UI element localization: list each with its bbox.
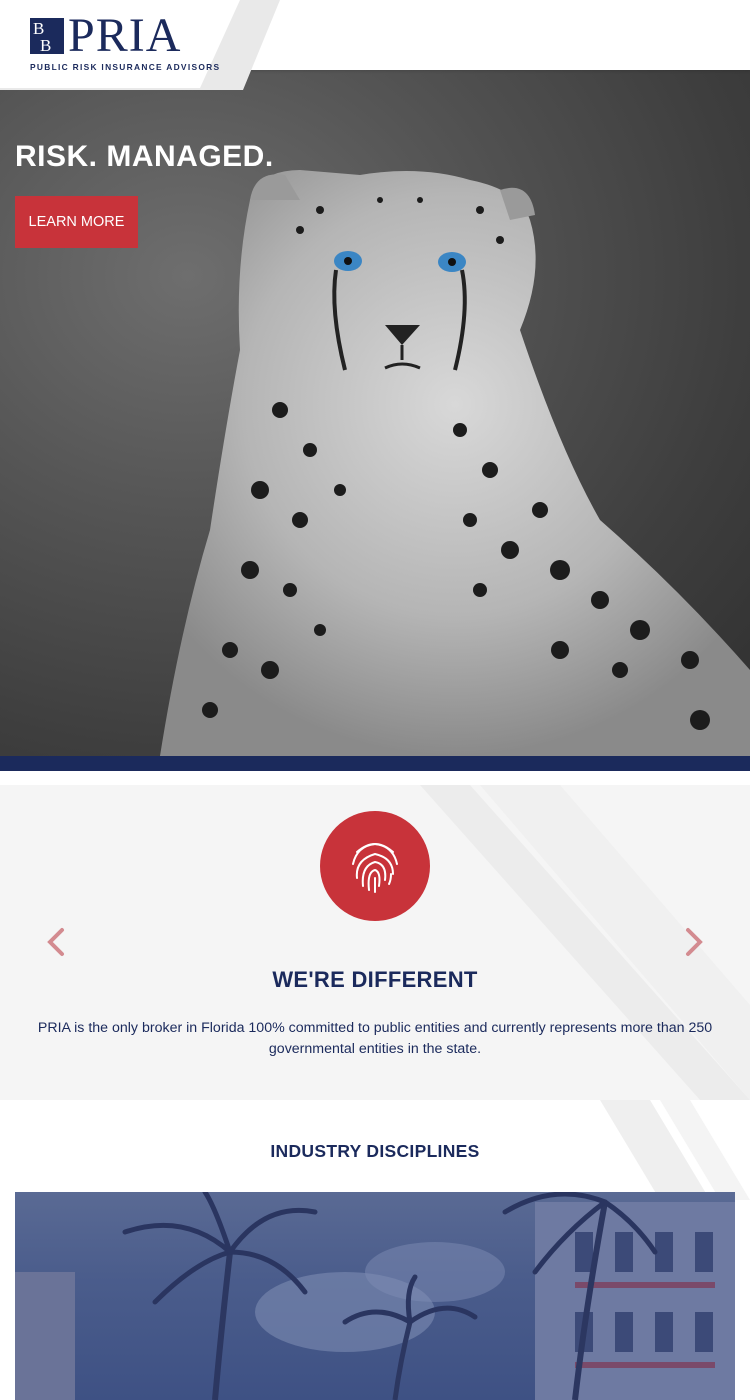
page: B B PRIA PUBLIC RISK INSURANCE ADVISORS bbox=[0, 0, 750, 1400]
logo-tagline: PUBLIC RISK INSURANCE ADVISORS bbox=[30, 62, 221, 72]
logo-wordmark: PRIA bbox=[68, 9, 182, 62]
hero-banner: RISK. MANAGED. LEARN MORE bbox=[0, 70, 750, 756]
hero-title: RISK. MANAGED. bbox=[15, 140, 274, 173]
fingerprint-icon bbox=[320, 811, 430, 921]
palm-trees-building-photo[interactable] bbox=[15, 1192, 735, 1400]
differentiator-slider: WE'RE DIFFERENT PRIA is the only broker … bbox=[0, 785, 750, 1100]
learn-more-button[interactable]: LEARN MORE bbox=[15, 196, 138, 248]
bb-logo-mark: B B bbox=[30, 18, 64, 54]
disciplines-title: INDUSTRY DISCIPLINES bbox=[270, 1141, 480, 1161]
pria-logo[interactable]: B B PRIA PUBLIC RISK INSURANCE ADVISORS bbox=[30, 10, 219, 74]
chevron-right-icon[interactable] bbox=[678, 922, 708, 962]
differentiator-text: PRIA is the only broker in Florida 100% … bbox=[37, 1020, 713, 1057]
hero-divider-bar bbox=[0, 756, 750, 771]
differentiator-title: WE'RE DIFFERENT bbox=[272, 967, 478, 992]
chevron-left-icon[interactable] bbox=[42, 922, 72, 962]
